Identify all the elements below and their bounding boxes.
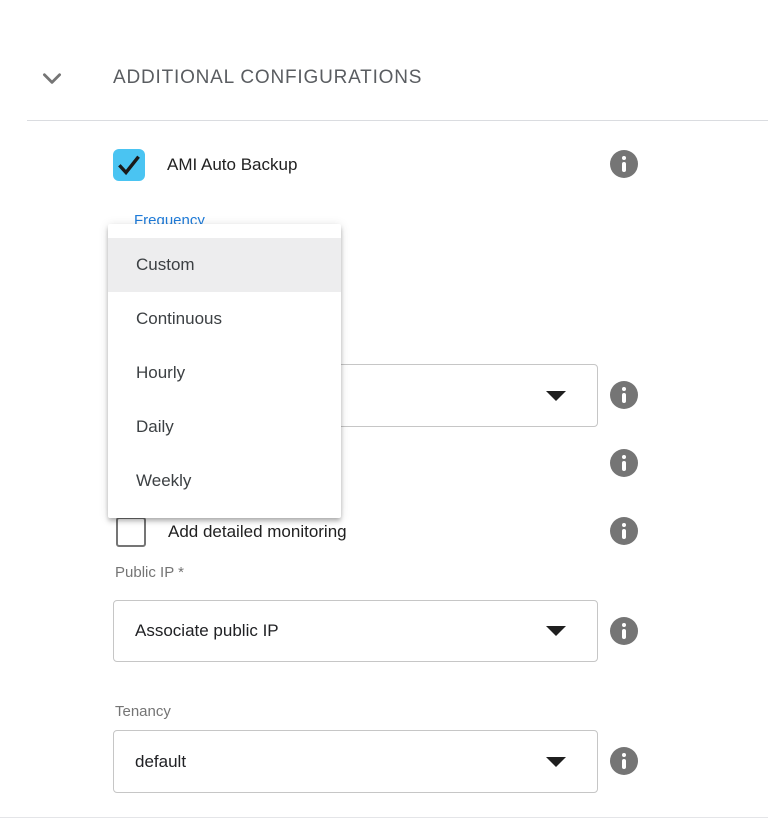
add-detailed-monitoring-info-icon[interactable]: [610, 517, 638, 545]
checkmark-icon: [115, 151, 143, 179]
chevron-down-icon: [39, 65, 65, 91]
add-detailed-monitoring-label: Add detailed monitoring: [168, 522, 347, 542]
tenancy-select[interactable]: default: [113, 730, 598, 793]
public-ip-select-value: Associate public IP: [135, 621, 279, 641]
frequency-option-daily[interactable]: Daily: [108, 400, 341, 454]
add-detailed-monitoring-row: Add detailed monitoring: [116, 517, 347, 547]
frequency-info-icon[interactable]: [610, 381, 638, 409]
public-ip-field-label: Public IP *: [115, 564, 184, 581]
frequency-option-continuous[interactable]: Continuous: [108, 292, 341, 346]
ami-auto-backup-label: AMI Auto Backup: [167, 155, 297, 175]
section-title: ADDITIONAL CONFIGURATIONS: [113, 67, 422, 89]
frequency-option-hourly[interactable]: Hourly: [108, 346, 341, 400]
public-ip-info-icon[interactable]: [610, 617, 638, 645]
add-detailed-monitoring-checkbox[interactable]: [116, 517, 146, 547]
tenancy-field-label: Tenancy: [115, 703, 171, 720]
frequency-option-custom[interactable]: Custom: [108, 238, 341, 292]
frequency-dropdown-menu: Custom Continuous Hourly Daily Weekly: [108, 224, 341, 518]
obscured-field-info-icon[interactable]: [610, 449, 638, 477]
ami-auto-backup-checkbox[interactable]: [113, 149, 145, 181]
ami-auto-backup-info-icon[interactable]: [610, 150, 638, 178]
additional-configurations-panel: ADDITIONAL CONFIGURATIONS AMI Auto Backu…: [0, 0, 768, 831]
frequency-option-weekly[interactable]: Weekly: [108, 454, 341, 508]
header-divider: [27, 120, 768, 121]
public-ip-select[interactable]: Associate public IP: [113, 600, 598, 662]
bottom-divider: [0, 817, 768, 818]
dropdown-caret-icon: [546, 626, 566, 636]
dropdown-caret-icon: [546, 757, 566, 767]
info-icon-glyph: [622, 156, 626, 160]
tenancy-info-icon[interactable]: [610, 747, 638, 775]
tenancy-select-value: default: [135, 752, 186, 772]
ami-auto-backup-row: AMI Auto Backup: [113, 149, 297, 181]
dropdown-caret-icon: [546, 391, 566, 401]
section-collapse-button[interactable]: [36, 62, 68, 94]
